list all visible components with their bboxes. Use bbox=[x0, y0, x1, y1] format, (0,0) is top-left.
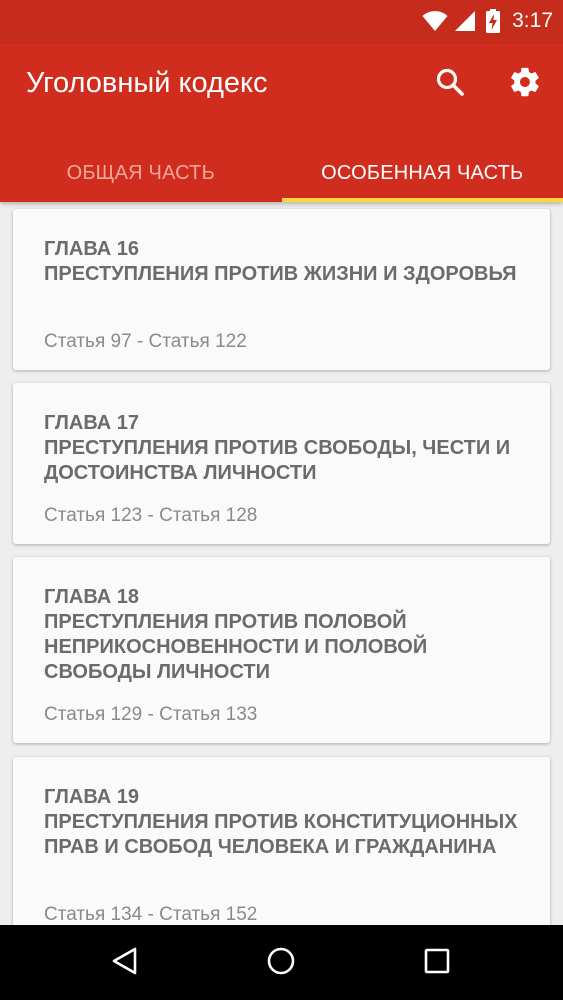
settings-button[interactable] bbox=[505, 64, 545, 104]
status-icons: 3:17 bbox=[422, 6, 553, 36]
chapter-articles: Статья 134 - Статья 152 bbox=[44, 904, 258, 925]
back-button[interactable] bbox=[107, 945, 143, 981]
chapter-articles: Статья 123 - Статья 128 bbox=[44, 505, 258, 526]
chapter-title: ГЛАВА 19 ПРЕСТУПЛЕНИЯ ПРОТИВ КОНСТИТУЦИО… bbox=[44, 786, 518, 858]
tab-general-part[interactable]: ОБЩАЯ ЧАСТЬ bbox=[0, 144, 282, 202]
recents-button[interactable] bbox=[419, 945, 455, 981]
search-icon bbox=[435, 67, 465, 102]
tab-bar: ОБЩАЯ ЧАСТЬ ОСОБЕННАЯ ЧАСТЬ bbox=[0, 144, 563, 202]
chapter-card[interactable]: ГЛАВА 16 ПРЕСТУПЛЕНИЯ ПРОТИВ ЖИЗНИ И ЗДО… bbox=[13, 209, 550, 370]
chapter-card[interactable]: ГЛАВА 18 ПРЕСТУПЛЕНИЯ ПРОТИВ ПОЛОВОЙ НЕП… bbox=[13, 557, 550, 743]
status-time: 3:17 bbox=[512, 9, 553, 32]
app-bar: Уголовный кодекс ОБЩАЯ ЧАСТЬ ОСОБЕННАЯ Ч… bbox=[0, 44, 563, 202]
chapter-card[interactable]: ГЛАВА 17 ПРЕСТУПЛЕНИЯ ПРОТИВ СВОБОДЫ, ЧЕ… bbox=[13, 383, 550, 544]
chapter-articles: Статья 97 - Статья 122 bbox=[44, 331, 247, 352]
home-button[interactable] bbox=[263, 945, 299, 981]
wifi-icon bbox=[422, 10, 448, 32]
search-button[interactable] bbox=[430, 64, 470, 104]
status-bar: 3:17 bbox=[0, 0, 563, 44]
chapter-card[interactable]: ГЛАВА 19 ПРЕСТУПЛЕНИЯ ПРОТИВ КОНСТИТУЦИО… bbox=[13, 757, 550, 925]
chapter-list: ГЛАВА 16 ПРЕСТУПЛЕНИЯ ПРОТИВ ЖИЗНИ И ЗДО… bbox=[0, 202, 563, 925]
chapter-title: ГЛАВА 17 ПРЕСТУПЛЕНИЯ ПРОТИВ СВОБОДЫ, ЧЕ… bbox=[44, 412, 511, 484]
chapter-title: ГЛАВА 18 ПРЕСТУПЛЕНИЯ ПРОТИВ ПОЛОВОЙ НЕП… bbox=[44, 586, 428, 683]
tab-special-part[interactable]: ОСОБЕННАЯ ЧАСТЬ bbox=[281, 144, 563, 202]
chapter-articles: Статья 129 - Статья 133 bbox=[44, 704, 258, 725]
signal-icon bbox=[454, 10, 476, 32]
gear-icon bbox=[508, 65, 542, 104]
battery-charging-icon bbox=[486, 9, 501, 33]
recents-square-icon bbox=[423, 947, 451, 980]
app-title: Уголовный кодекс bbox=[26, 67, 268, 99]
navigation-bar bbox=[0, 925, 563, 1000]
home-circle-icon bbox=[266, 946, 296, 981]
back-triangle-icon bbox=[110, 946, 140, 981]
chapter-title: ГЛАВА 16 ПРЕСТУПЛЕНИЯ ПРОТИВ ЖИЗНИ И ЗДО… bbox=[44, 238, 517, 285]
